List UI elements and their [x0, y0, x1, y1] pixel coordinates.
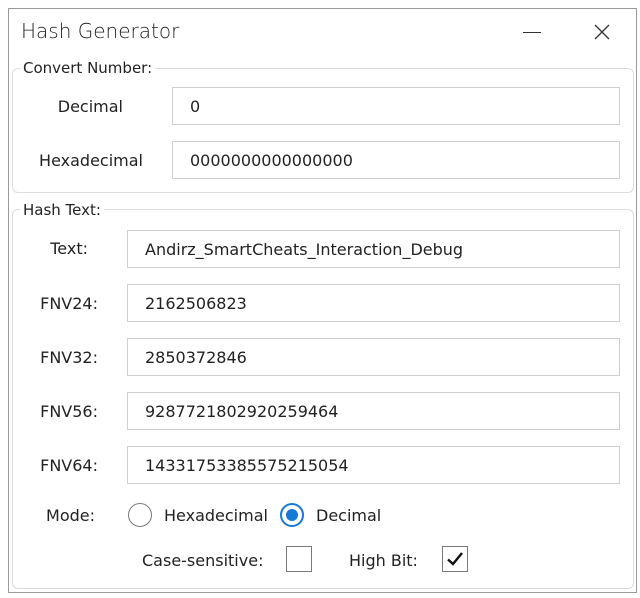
minimize-icon	[523, 31, 541, 33]
case-sensitive-checkbox[interactable]	[286, 546, 312, 572]
window-title: Hash Generator	[21, 19, 180, 43]
fnv24-output[interactable]	[127, 284, 620, 322]
fnv32-output[interactable]	[127, 338, 620, 376]
hexadecimal-input[interactable]	[172, 141, 620, 179]
mode-decimal-label[interactable]: Decimal	[316, 506, 381, 525]
text-input[interactable]	[127, 230, 620, 268]
checkmark-icon	[447, 552, 463, 566]
mode-hexadecimal-label[interactable]: Hexadecimal	[164, 506, 268, 525]
fnv32-label: FNV32:	[40, 348, 98, 367]
close-button[interactable]	[582, 15, 622, 49]
fnv56-label: FNV56:	[40, 402, 98, 421]
mode-label: Mode:	[46, 506, 95, 525]
fnv24-label: FNV24:	[40, 294, 98, 313]
close-icon	[594, 24, 610, 40]
hexadecimal-label: Hexadecimal	[39, 151, 143, 170]
high-bit-checkbox[interactable]	[442, 546, 468, 572]
fnv64-output[interactable]	[127, 446, 620, 484]
decimal-label: Decimal	[57, 97, 123, 116]
text-label: Text:	[50, 239, 88, 258]
high-bit-label: High Bit:	[349, 551, 418, 570]
mode-hexadecimal-radio[interactable]	[128, 503, 152, 527]
convert-number-label: Convert Number:	[20, 59, 156, 77]
fnv64-label: FNV64:	[40, 456, 98, 475]
minimize-button[interactable]	[512, 15, 552, 49]
fnv56-output[interactable]	[127, 392, 620, 430]
decimal-input[interactable]	[172, 87, 620, 125]
hash-text-label: Hash Text:	[20, 201, 104, 219]
case-sensitive-label: Case-sensitive:	[142, 551, 264, 570]
mode-decimal-radio[interactable]	[280, 503, 304, 527]
hash-generator-window: Hash Generator Convert Number: Decimal H…	[8, 8, 637, 593]
